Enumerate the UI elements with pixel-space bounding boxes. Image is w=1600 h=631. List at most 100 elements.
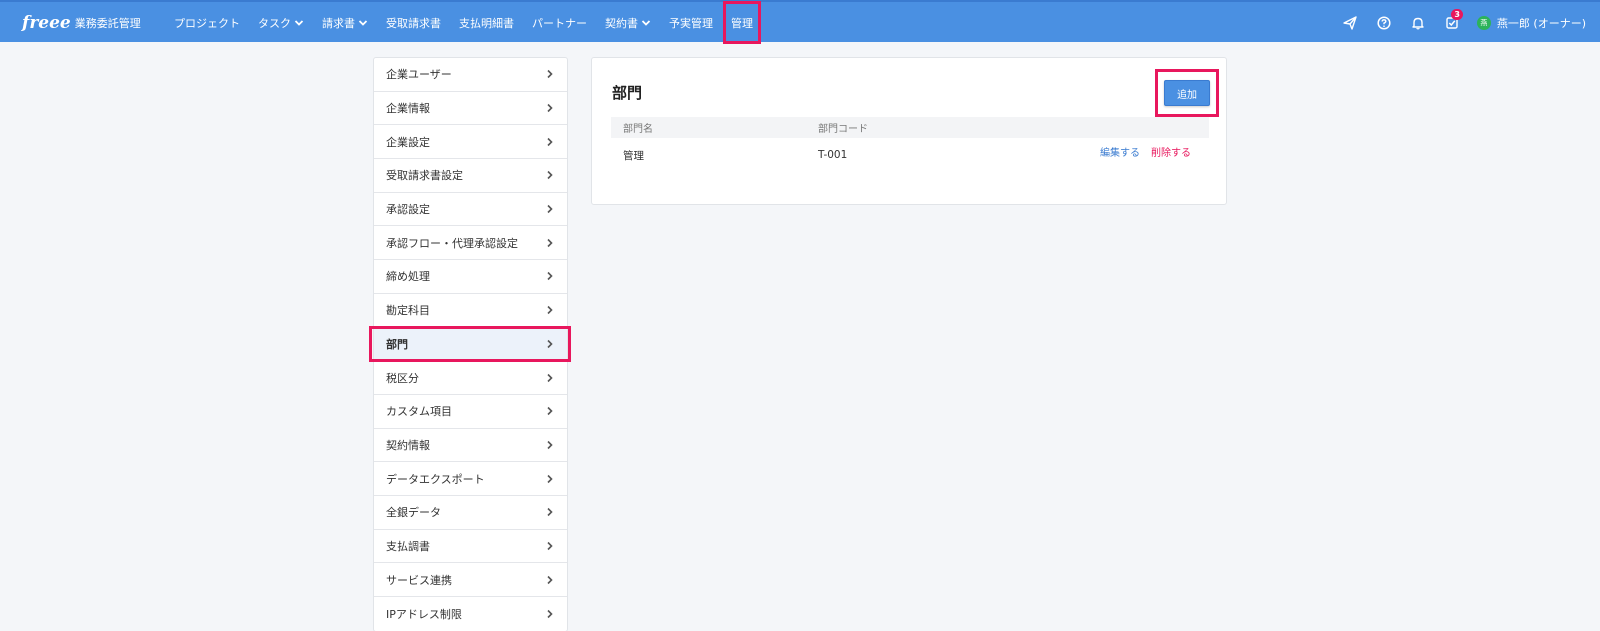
nav-received-invoices[interactable]: 受取請求書 — [377, 2, 450, 44]
sidebar-item[interactable]: 税区分 — [374, 361, 567, 395]
chevron-right-icon — [547, 70, 553, 79]
sidebar-item-label: 締め処理 — [386, 270, 430, 284]
sidebar-item[interactable]: サービス連携 — [374, 563, 567, 597]
sidebar-item-label: データエクスポート — [386, 472, 485, 486]
column-header-name: 部門名 — [623, 124, 653, 135]
sidebar-item[interactable]: 締め処理 — [374, 260, 567, 294]
sidebar-item-label: 税区分 — [386, 371, 419, 385]
sidebar-item[interactable]: データエクスポート — [374, 462, 567, 496]
nav-budget-actual[interactable]: 予実管理 — [660, 2, 722, 44]
main-nav: プロジェクト タスク 請求書 受取請求書 支払明細書 パートナー 契約書 予実管… — [165, 1, 762, 44]
nav-contracts[interactable]: 契約書 — [596, 2, 660, 44]
sidebar-item[interactable]: IPアドレス制限 — [374, 597, 567, 631]
chevron-right-icon — [547, 103, 553, 113]
bell-icon — [1412, 17, 1424, 30]
nav-label: プロジェクト — [174, 17, 240, 30]
chevron-right-icon — [547, 407, 553, 416]
sidebar-item[interactable]: 承認設定 — [374, 193, 567, 227]
sidebar-item[interactable]: 支払調書 — [374, 530, 567, 564]
chevron-right-icon — [547, 238, 553, 247]
nav-label: 契約書 — [605, 17, 638, 30]
sidebar-item-label: 承認設定 — [386, 203, 430, 217]
sidebar-item[interactable]: 勘定科目 — [374, 294, 567, 328]
nav-tasks[interactable]: タスク — [249, 2, 313, 44]
sidebar-item-label: 全銀データ — [386, 506, 441, 520]
sidebar-item[interactable]: 企業設定 — [374, 125, 567, 160]
chevron-right-icon — [547, 171, 553, 180]
app-name: 業務委託管理 — [74, 17, 141, 30]
help-icon — [1377, 16, 1391, 30]
sidebar-item-label: サービス連携 — [386, 573, 452, 587]
sidebar-item[interactable]: カスタム項目 — [374, 395, 567, 429]
nav-label: 予実管理 — [669, 17, 713, 30]
sidebar-item-label: カスタム項目 — [386, 405, 452, 419]
department-table: 部門名 部門コード 管理 T-001 編集する 削除する — [611, 117, 1209, 172]
nav-label: パートナー — [532, 17, 587, 30]
nav-projects[interactable]: プロジェクト — [165, 2, 249, 44]
nav-label: 受取請求書 — [386, 17, 441, 30]
page-title: 部門 — [612, 84, 643, 102]
chevron-right-icon — [547, 474, 553, 483]
task-count-badge: 3 — [1451, 9, 1463, 20]
sidebar-item-label: 受取請求書設定 — [386, 169, 463, 183]
notifications-button[interactable] — [1401, 2, 1435, 44]
chevron-right-icon — [547, 137, 553, 146]
table-row: 管理 T-001 編集する 削除する — [611, 138, 1209, 172]
sidebar-item-label: 部門 — [386, 337, 408, 351]
nav-partners[interactable]: パートナー — [523, 2, 596, 44]
header-tools: 3 燕 燕一郎 (オーナー) — [1333, 2, 1586, 44]
sidebar-item[interactable]: 受取請求書設定 — [374, 159, 567, 193]
add-button-highlight: 追加 — [1155, 69, 1219, 117]
nav-invoices[interactable]: 請求書 — [313, 2, 377, 44]
user-menu[interactable]: 燕 燕一郎 (オーナー) — [1476, 15, 1586, 31]
sidebar-item-label: 勘定科目 — [386, 304, 430, 318]
user-name: 燕一郎 (オーナー) — [1496, 17, 1586, 30]
department-name: 管理 — [623, 149, 644, 162]
chevron-down-icon — [358, 20, 368, 26]
chevron-right-icon — [547, 609, 553, 618]
sidebar-item-label: 企業設定 — [386, 135, 430, 149]
sidebar-item[interactable]: 契約情報 — [374, 429, 567, 463]
freee-logo-mark: freee — [22, 13, 71, 33]
send-button[interactable] — [1333, 2, 1367, 44]
nav-label: 支払明細書 — [459, 17, 514, 30]
chevron-right-icon — [547, 541, 553, 551]
row-actions: 編集する 削除する — [1088, 144, 1209, 159]
settings-sidebar: 企業ユーザー企業情報企業設定受取請求書設定 承認設定承認フロー・代理承認設定 締め処… — [369, 57, 571, 631]
sidebar-item[interactable]: 全銀データ — [374, 496, 567, 530]
nav-payment-statements[interactable]: 支払明細書 — [450, 2, 523, 44]
avatar: 燕 — [1476, 16, 1491, 30]
sidebar-item-label: 承認フロー・代理承認設定 — [386, 236, 518, 250]
chevron-right-icon — [547, 306, 553, 315]
chevron-right-icon — [547, 272, 553, 281]
add-department-button[interactable]: 追加 — [1164, 80, 1210, 106]
top-navigation-bar: freee 業務委託管理 プロジェクト タスク 請求書 受取請求書 支払明細書 … — [0, 0, 1600, 44]
delete-link[interactable]: 削除する — [1151, 144, 1191, 159]
sidebar-item[interactable]: 承認フロー・代理承認設定 — [374, 226, 567, 261]
sidebar-item-label: 契約情報 — [386, 438, 430, 452]
sidebar-item-label: IPアドレス制限 — [386, 607, 462, 621]
nav-admin[interactable]: 管理 — [722, 1, 762, 44]
nav-label: 請求書 — [322, 17, 355, 30]
sidebar-item[interactable]: 企業情報 — [374, 92, 567, 126]
nav-label: タスク — [258, 17, 291, 30]
department-panel: 部門 追加 部門名 部門コード 管理 T-001 編集する 削除する — [591, 57, 1227, 205]
sidebar-item[interactable]: 企業ユーザー — [374, 58, 567, 92]
tasks-button[interactable]: 3 — [1435, 2, 1469, 44]
chevron-right-icon — [547, 339, 553, 348]
sidebar-item[interactable]: 部門 — [369, 325, 571, 362]
send-icon — [1343, 16, 1357, 30]
chevron-right-icon — [547, 373, 553, 382]
sidebar-item-label: 支払調書 — [386, 539, 430, 553]
chevron-right-icon — [547, 440, 553, 449]
help-button[interactable] — [1367, 2, 1401, 44]
table-header: 部門名 部門コード — [611, 117, 1209, 138]
app-logo[interactable]: freee 業務委託管理 — [22, 2, 141, 44]
chevron-right-icon — [547, 205, 553, 214]
edit-link[interactable]: 編集する — [1100, 144, 1140, 159]
sidebar-item-label: 企業ユーザー — [386, 68, 452, 82]
chevron-down-icon — [641, 20, 651, 26]
chevron-right-icon — [547, 575, 553, 584]
column-header-code: 部門コード — [818, 124, 868, 135]
chevron-right-icon — [547, 508, 553, 517]
